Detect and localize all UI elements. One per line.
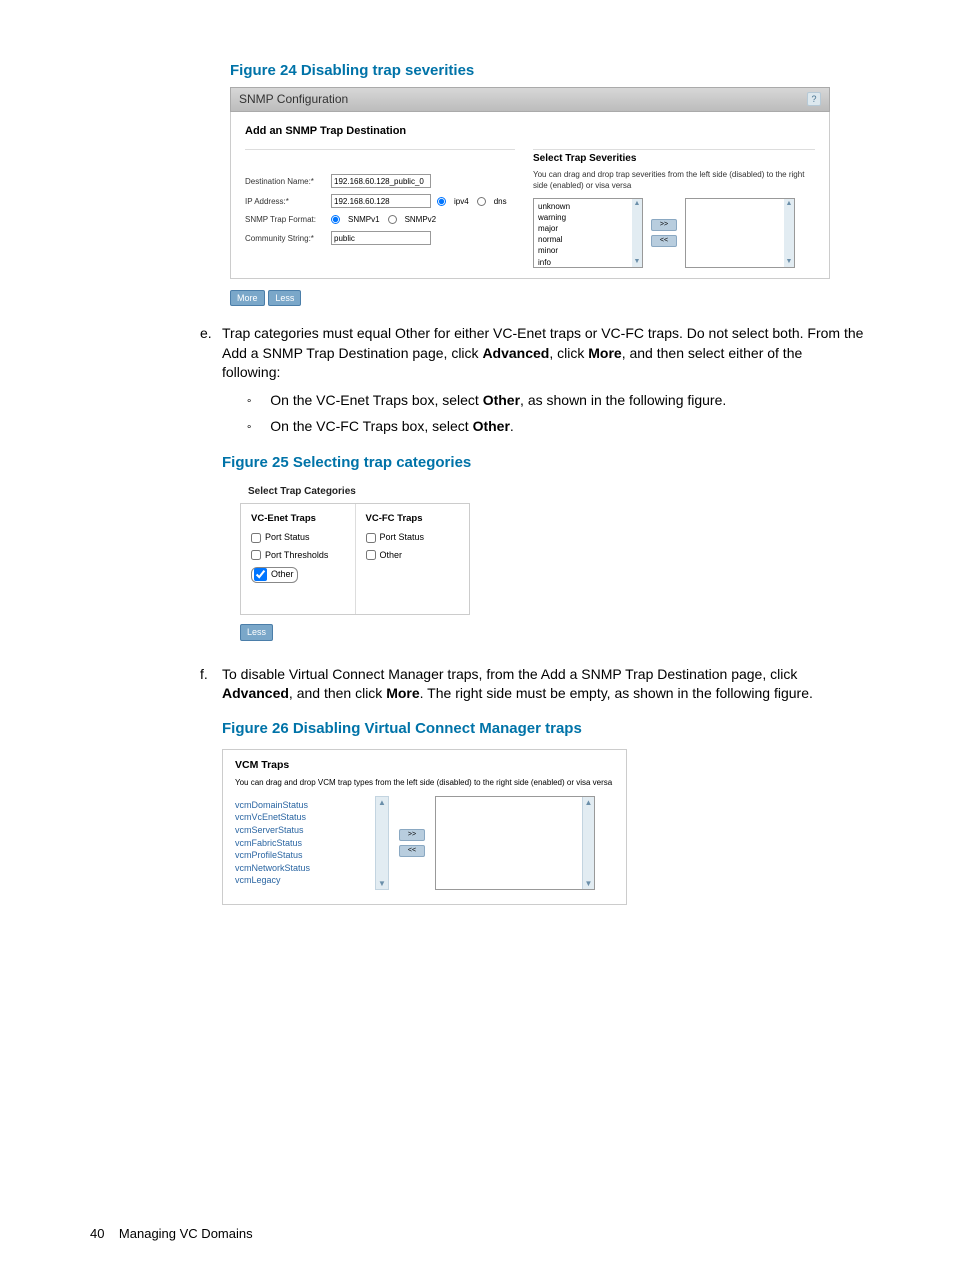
step-e-marker: e. bbox=[90, 324, 200, 655]
enet-thresholds-checkbox[interactable] bbox=[251, 550, 261, 560]
figure-24-screenshot: SNMP Configuration ? Add an SNMP Trap De… bbox=[230, 87, 830, 279]
move-left-button[interactable]: << bbox=[399, 845, 425, 857]
step-e-sub1: On the VC-Enet Traps box, select Other, … bbox=[270, 391, 726, 411]
snmp-config-title: SNMP Configuration bbox=[239, 91, 348, 108]
vcm-item[interactable]: vcmVcEnetStatus bbox=[235, 811, 365, 824]
fc-other-checkbox[interactable] bbox=[366, 550, 376, 560]
bullet-icon: ∘ bbox=[246, 391, 252, 411]
less-button[interactable]: Less bbox=[268, 290, 301, 307]
sev-item[interactable]: info bbox=[538, 257, 638, 268]
scroll-up-icon[interactable]: ▲ bbox=[786, 199, 793, 209]
figure-26-title: Figure 26 Disabling Virtual Connect Mana… bbox=[222, 718, 864, 739]
vcm-item[interactable]: vcmNetworkStatus bbox=[235, 862, 365, 875]
sev-item[interactable]: normal bbox=[538, 234, 638, 245]
ipv4-label: ipv4 bbox=[454, 196, 469, 207]
fc-portstatus-checkbox[interactable] bbox=[366, 533, 376, 543]
scroll-up-icon[interactable]: ▲ bbox=[634, 199, 641, 209]
enet-other-label: Other bbox=[271, 568, 294, 581]
snmpv1-radio[interactable] bbox=[331, 215, 340, 224]
dest-name-input[interactable] bbox=[331, 174, 431, 188]
enet-portstatus-checkbox[interactable] bbox=[251, 533, 261, 543]
categories-heading: Select Trap Categories bbox=[240, 481, 864, 503]
less-button[interactable]: Less bbox=[240, 624, 273, 641]
scrollbar[interactable]: ▲▼ bbox=[784, 199, 794, 267]
figure-24-title: Figure 24 Disabling trap severities bbox=[230, 60, 864, 81]
scroll-down-icon[interactable]: ▼ bbox=[634, 257, 641, 267]
step-f-text: To disable Virtual Connect Manager traps… bbox=[222, 665, 864, 704]
snmpv2-radio[interactable] bbox=[388, 215, 397, 224]
vcm-disabled-list[interactable]: vcmDomainStatus vcmVcEnetStatus vcmServe… bbox=[235, 799, 365, 887]
scroll-down-icon[interactable]: ▼ bbox=[585, 878, 593, 889]
snmpv1-label: SNMPv1 bbox=[348, 214, 380, 225]
scroll-down-icon[interactable]: ▼ bbox=[378, 878, 386, 889]
sev-item[interactable]: unknown bbox=[538, 201, 638, 212]
scrollbar[interactable]: ▲▼ bbox=[632, 199, 642, 267]
figure-25-block: Figure 25 Selecting trap categories Sele… bbox=[222, 452, 864, 641]
vcm-item[interactable]: vcmLegacy bbox=[235, 874, 365, 887]
vcm-desc: You can drag and drop VCM trap types fro… bbox=[235, 777, 614, 788]
fc-title: VC-FC Traps bbox=[366, 512, 460, 525]
scroll-up-icon[interactable]: ▲ bbox=[378, 797, 386, 808]
vcm-enabled-list[interactable]: ▲▼ bbox=[435, 796, 595, 890]
enet-portstatus-label: Port Status bbox=[265, 531, 310, 544]
dns-label: dns bbox=[494, 196, 507, 207]
move-right-button[interactable]: >> bbox=[651, 219, 677, 231]
scrollbar[interactable]: ▲▼ bbox=[375, 796, 389, 890]
scrollbar[interactable]: ▲▼ bbox=[582, 797, 594, 889]
sev-item[interactable]: minor bbox=[538, 245, 638, 256]
severities-desc: You can drag and drop trap severities fr… bbox=[533, 169, 815, 191]
snmp-section-title: Add an SNMP Trap Destination bbox=[245, 124, 815, 139]
severities-enabled-list[interactable]: ▲▼ bbox=[685, 198, 795, 268]
enet-other-checkbox[interactable] bbox=[254, 568, 267, 581]
step-f-marker: f. bbox=[90, 665, 200, 905]
vcm-item[interactable]: vcmFabricStatus bbox=[235, 837, 365, 850]
move-right-button[interactable]: >> bbox=[399, 829, 425, 841]
dest-name-label: Destination Name:* bbox=[245, 176, 325, 187]
step-e-sub2: On the VC-FC Traps box, select Other. bbox=[270, 417, 514, 437]
severities-disabled-list[interactable]: unknown warning major normal minor info … bbox=[533, 198, 643, 268]
figure-25-title: Figure 25 Selecting trap categories bbox=[222, 452, 864, 473]
vcm-item[interactable]: vcmProfileStatus bbox=[235, 849, 365, 862]
scroll-down-icon[interactable]: ▼ bbox=[786, 257, 793, 267]
bullet-icon: ∘ bbox=[246, 417, 252, 437]
move-left-button[interactable]: << bbox=[651, 235, 677, 247]
snmpv2-label: SNMPv2 bbox=[405, 214, 437, 225]
help-icon[interactable]: ? bbox=[807, 92, 821, 106]
page-footer: 40 Managing VC Domains bbox=[90, 1225, 253, 1243]
ipv4-radio[interactable] bbox=[437, 197, 446, 206]
step-e-text: Trap categories must equal Other for eit… bbox=[222, 324, 864, 383]
snmp-config-titlebar: SNMP Configuration ? bbox=[230, 87, 830, 112]
vcm-item[interactable]: vcmDomainStatus bbox=[235, 799, 365, 812]
fmt-label: SNMP Trap Format: bbox=[245, 214, 325, 225]
fc-other-label: Other bbox=[380, 549, 403, 562]
more-button[interactable]: More bbox=[230, 290, 265, 307]
vcm-item[interactable]: vcmServerStatus bbox=[235, 824, 365, 837]
enet-thresholds-label: Port Thresholds bbox=[265, 549, 328, 562]
vcm-title: VCM Traps bbox=[235, 758, 614, 773]
sev-item[interactable]: major bbox=[538, 223, 638, 234]
ip-input[interactable] bbox=[331, 194, 431, 208]
fc-portstatus-label: Port Status bbox=[380, 531, 425, 544]
vcm-traps-panel: VCM Traps You can drag and drop VCM trap… bbox=[222, 749, 627, 905]
comm-label: Community String:* bbox=[245, 233, 325, 244]
enet-title: VC-Enet Traps bbox=[251, 512, 345, 525]
dns-radio[interactable] bbox=[477, 197, 486, 206]
sev-item[interactable]: warning bbox=[538, 212, 638, 223]
section-name: Managing VC Domains bbox=[119, 1226, 253, 1241]
ip-label: IP Address:* bbox=[245, 196, 325, 207]
page-number: 40 bbox=[90, 1226, 104, 1241]
comm-input[interactable] bbox=[331, 231, 431, 245]
scroll-up-icon[interactable]: ▲ bbox=[585, 797, 593, 808]
severities-title: Select Trap Severities bbox=[533, 152, 815, 166]
